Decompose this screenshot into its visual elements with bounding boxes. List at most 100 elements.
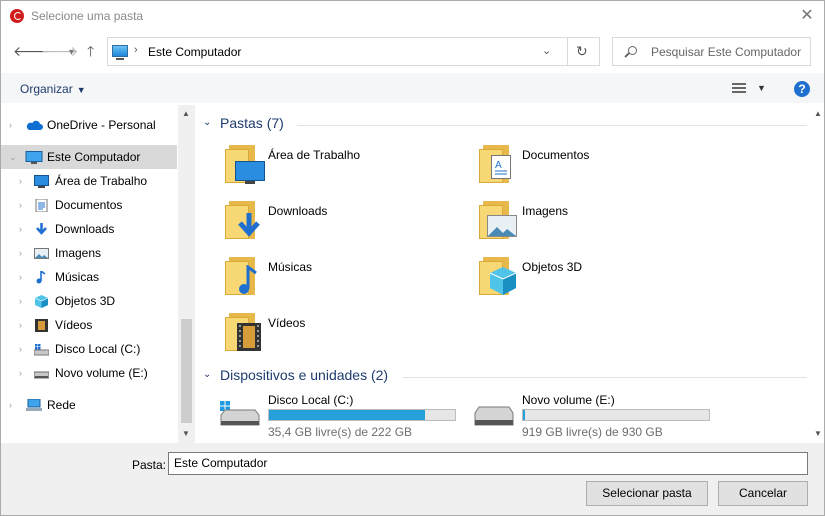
folder-label: Imagens [522, 204, 569, 218]
folder-picker-dialog: Selecione uma pasta ✕ 🡐 🡒 ▾ 🡑 › Este Com… [0, 0, 825, 516]
folder-tile-videos[interactable]: Vídeos [215, 313, 465, 363]
cube-icon [34, 295, 49, 308]
folder-field[interactable]: Este Computador [168, 452, 808, 475]
folders-group-header[interactable]: ⌄ Pastas (7) [203, 115, 807, 135]
folder-tile-downloads[interactable]: Downloads [215, 201, 465, 251]
expand-chevron-icon[interactable]: › [19, 361, 22, 385]
group-title: Dispositivos e unidades (2) [220, 367, 389, 383]
drive-usage-fill [523, 410, 525, 420]
group-divider [297, 125, 807, 126]
sidebar-item-downloads[interactable]: › Downloads [1, 217, 177, 241]
scroll-down-arrow-icon[interactable]: ▼ [814, 429, 822, 438]
recent-locations-button[interactable]: ▾ [69, 45, 74, 61]
scrollbar-thumb[interactable] [181, 319, 192, 423]
folder-tile-pictures[interactable]: Imagens [469, 201, 719, 251]
folder-label: Objetos 3D [522, 260, 583, 274]
expand-chevron-icon[interactable]: › [9, 393, 12, 417]
folder-tile-music[interactable]: Músicas [215, 257, 465, 307]
sidebar-item-label: Documentos [55, 198, 123, 212]
expand-chevron-icon[interactable]: › [19, 289, 22, 313]
documents-folder-icon: A [479, 145, 513, 183]
drive-icon [34, 371, 49, 379]
view-dropdown-button[interactable]: ▼ [757, 83, 766, 93]
sidebar-item-label: Objetos 3D [55, 294, 116, 308]
sidebar-item-label: Rede [47, 398, 76, 412]
cancel-button[interactable]: Cancelar [718, 481, 808, 506]
drive-free-space: 919 GB livre(s) de 930 GB [522, 425, 663, 439]
sidebar-item-onedrive[interactable]: › OneDrive - Personal [1, 113, 177, 137]
drive-usage-bar [522, 409, 710, 421]
sidebar-item-label: Área de Trabalho [55, 174, 148, 188]
sidebar-item-desktop[interactable]: › Área de Trabalho [1, 169, 177, 193]
scroll-up-arrow-icon[interactable]: ▲ [814, 109, 822, 118]
expand-chevron-icon[interactable]: › [19, 241, 22, 265]
select-folder-button[interactable]: Selecionar pasta [586, 481, 708, 506]
chevron-down-icon: ▼ [76, 85, 86, 95]
breadcrumb[interactable]: Este Computador [148, 45, 241, 59]
expand-chevron-icon[interactable]: › [19, 337, 22, 361]
refresh-button[interactable]: ↻ [576, 43, 588, 60]
navigation-pane: › OneDrive - Personal ⌄ Este Computador … [1, 105, 195, 443]
organize-label: Organizar [20, 82, 73, 96]
group-collapse-chevron-icon[interactable]: ⌄ [203, 369, 211, 380]
drive-tile-c[interactable]: Disco Local (C:) 35,4 GB livre(s) de 222… [215, 393, 465, 443]
address-dropdown-button[interactable]: ⌄ [542, 44, 551, 57]
organize-menu[interactable]: Organizar ▼ [20, 82, 86, 96]
search-box[interactable] [612, 37, 811, 66]
breadcrumb-chevron-icon[interactable]: › [134, 44, 138, 56]
drive-tile-e[interactable]: Novo volume (E:) 919 GB livre(s) de 930 … [469, 393, 719, 443]
search-input[interactable] [651, 45, 806, 59]
sidebar-item-videos[interactable]: › Vídeos [1, 313, 177, 337]
sidebar-item-drive-e[interactable]: › Novo volume (E:) [1, 361, 177, 385]
expand-chevron-icon[interactable]: › [19, 265, 22, 289]
expand-chevron-icon[interactable]: › [19, 217, 22, 241]
content-scrollbar[interactable]: ▲ ▼ [811, 105, 824, 443]
drive-usage-fill [269, 410, 426, 420]
drive-label: Novo volume (E:) [522, 393, 615, 407]
sidebar-item-documents[interactable]: › Documentos [1, 193, 177, 217]
desktop-icon [34, 175, 49, 188]
sidebar-item-drive-c[interactable]: › Disco Local (C:) [1, 337, 177, 361]
collapse-chevron-icon[interactable]: ⌄ [9, 145, 17, 169]
scroll-up-arrow-icon[interactable]: ▲ [182, 109, 190, 118]
sidebar-item-3d-objects[interactable]: › Objetos 3D [1, 289, 177, 313]
expand-chevron-icon[interactable]: › [9, 113, 12, 137]
folder-label: Downloads [268, 204, 328, 218]
sidebar-item-music[interactable]: › Músicas [1, 265, 177, 289]
folder-label: Documentos [522, 148, 590, 162]
scroll-down-arrow-icon[interactable]: ▼ [182, 429, 190, 438]
sidebar-scrollbar[interactable]: ▲ ▼ [178, 105, 195, 443]
view-options-icon[interactable] [732, 83, 746, 94]
sidebar-item-pictures[interactable]: › Imagens [1, 241, 177, 265]
expand-chevron-icon[interactable]: › [19, 193, 22, 217]
group-collapse-chevron-icon[interactable]: ⌄ [203, 117, 211, 128]
sidebar-item-this-pc[interactable]: ⌄ Este Computador [1, 145, 177, 169]
music-note-icon [36, 271, 46, 284]
videos-folder-icon [225, 313, 261, 351]
title-bar: Selecione uma pasta ✕ [1, 1, 824, 31]
close-icon: ✕ [800, 7, 814, 24]
drive-icon [474, 406, 514, 426]
sidebar-item-label: Vídeos [55, 318, 93, 332]
film-icon [35, 319, 48, 332]
help-icon[interactable]: ? [794, 81, 810, 97]
drives-group-header[interactable]: ⌄ Dispositivos e unidades (2) [203, 367, 807, 387]
folder-field-label: Pasta: [132, 458, 167, 472]
close-button[interactable]: ✕ [790, 1, 824, 31]
navigation-bar: 🡐 🡒 ▾ 🡑 › Este Computador ⌄ ↻ [1, 35, 824, 69]
up-button[interactable]: 🡑 [87, 43, 94, 59]
folder-tile-desktop[interactable]: Área de Trabalho [215, 145, 465, 195]
search-icon [628, 46, 637, 55]
app-icon [10, 9, 24, 23]
expand-chevron-icon[interactable]: › [19, 313, 22, 337]
svg-text:A: A [495, 160, 502, 171]
sidebar-item-label: Downloads [55, 222, 115, 236]
drive-label: Disco Local (C:) [268, 393, 354, 407]
folder-tile-3d-objects[interactable]: Objetos 3D [469, 257, 719, 307]
expand-chevron-icon[interactable]: › [19, 169, 22, 193]
folder-tile-documents[interactable]: A Documentos [469, 145, 719, 195]
sidebar-item-network[interactable]: › Rede [1, 393, 177, 417]
group-divider [403, 377, 807, 378]
pictures-icon [34, 248, 49, 259]
address-bar[interactable]: › Este Computador ⌄ ↻ [107, 37, 600, 66]
